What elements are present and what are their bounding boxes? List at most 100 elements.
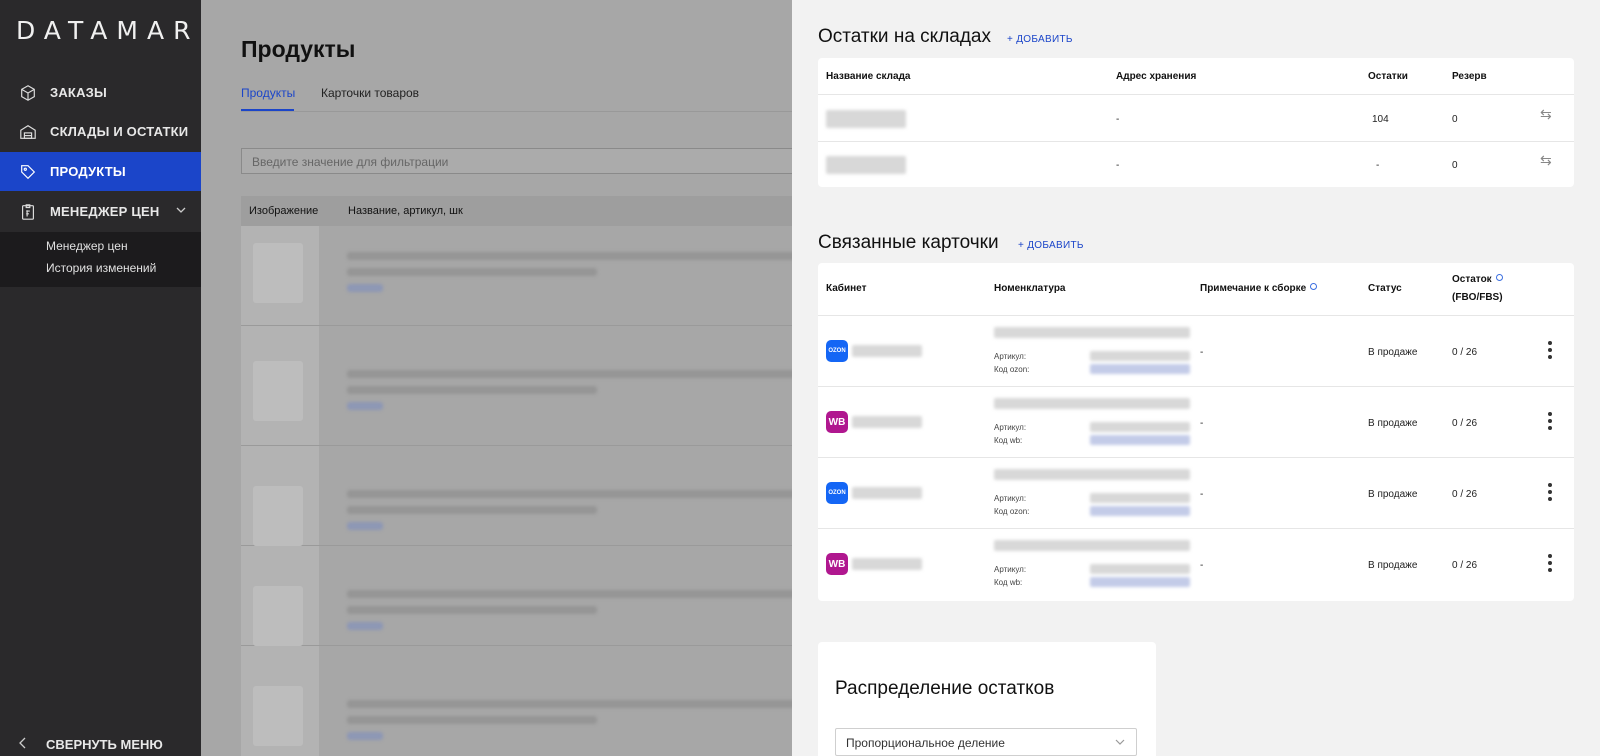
assembly-note: - xyxy=(1200,489,1204,500)
redacted-text xyxy=(347,386,597,394)
stock-fbo-fbs: 0 / 26 xyxy=(1452,347,1478,358)
column-header-reserve: Резерв xyxy=(1452,71,1487,82)
main-content: Продукты Продукты Карточки товаров Введи… xyxy=(201,0,792,756)
more-options-icon[interactable] xyxy=(1548,483,1552,504)
add-stock-button[interactable]: + ДОБАВИТЬ xyxy=(1007,34,1073,45)
divider xyxy=(818,457,1574,458)
distribution-method-select[interactable]: Пропорциональное деление xyxy=(835,728,1137,756)
product-thumbnail xyxy=(253,361,303,421)
column-header-stock: Остаток xyxy=(1452,274,1503,285)
chevron-down-icon[interactable] xyxy=(175,204,187,219)
code-label: Код wb: xyxy=(994,578,1023,587)
submenu-item-change-history[interactable]: История изменений xyxy=(46,261,156,275)
column-header-stock-sub: (FBO/FBS) xyxy=(1452,292,1503,303)
info-icon[interactable] xyxy=(1310,283,1318,290)
code-label: Код ozon: xyxy=(994,507,1030,516)
more-options-icon[interactable] xyxy=(1548,412,1552,433)
table-row[interactable] xyxy=(241,446,792,546)
redacted-cabinet-name xyxy=(852,416,922,428)
sidebar-item-label: СКЛАДЫ И ОСТАТКИ xyxy=(50,124,189,139)
table-row[interactable] xyxy=(241,326,792,446)
price-list-icon xyxy=(18,202,38,222)
column-header-assembly-note-label: Примечание к сборке xyxy=(1200,283,1307,294)
product-detail-drawer: Остатки на складах + ДОБАВИТЬ Название с… xyxy=(792,0,1600,756)
distribution-card: Распределение остатков Пропорциональное … xyxy=(818,642,1156,756)
redacted-code[interactable] xyxy=(1090,435,1190,445)
warehouse-icon xyxy=(18,122,38,142)
redacted-warehouse-name xyxy=(826,110,906,128)
redacted-text xyxy=(347,268,597,276)
submenu-item-price-manager[interactable]: Менеджер цен xyxy=(46,239,128,253)
tag-icon xyxy=(18,162,38,182)
tabs-divider xyxy=(241,111,792,112)
column-header-image: Изображение xyxy=(249,205,319,217)
redacted-cabinet-name xyxy=(852,487,922,499)
column-header-stock-label: Остаток xyxy=(1452,274,1492,285)
redacted-product-name xyxy=(994,327,1190,338)
transfer-icon[interactable]: ⇆ xyxy=(1540,152,1552,169)
redacted-code[interactable] xyxy=(1090,577,1190,587)
collapse-menu-button[interactable]: СВЕРНУТЬ МЕНЮ xyxy=(18,736,163,752)
filter-input[interactable]: Введите значение для фильтрации xyxy=(241,148,792,174)
sidebar-item-price-manager[interactable]: МЕНЕДЖЕР ЦЕН xyxy=(0,192,201,231)
ozon-logo-icon: OZON xyxy=(826,340,848,362)
tab-products[interactable]: Продукты xyxy=(241,86,295,100)
tab-product-cards[interactable]: Карточки товаров xyxy=(321,86,419,100)
stock-value: 104 xyxy=(1372,114,1389,125)
table-header: Изображение Название, артикул, шк xyxy=(241,196,792,226)
status-text: В продаже xyxy=(1368,489,1418,500)
redacted-text xyxy=(347,252,792,260)
column-header-cabinet: Кабинет xyxy=(826,283,867,294)
sidebar-item-products[interactable]: ПРОДУКТЫ xyxy=(0,152,201,191)
redacted-link[interactable] xyxy=(347,402,383,410)
info-icon[interactable] xyxy=(1495,274,1503,281)
more-options-icon[interactable] xyxy=(1548,341,1552,362)
status-text: В продаже xyxy=(1368,418,1418,429)
product-thumbnail xyxy=(253,586,303,646)
divider xyxy=(818,94,1574,95)
sidebar-item-orders[interactable]: ЗАКАЗЫ xyxy=(0,73,201,112)
redacted-link[interactable] xyxy=(347,522,383,530)
assembly-note: - xyxy=(1200,347,1204,358)
table-row[interactable] xyxy=(241,226,792,326)
column-header-assembly-note: Примечание к сборке xyxy=(1200,283,1318,294)
code-label: Код ozon: xyxy=(994,365,1030,374)
chevron-down-icon xyxy=(1114,736,1126,751)
redacted-link[interactable] xyxy=(347,622,383,630)
redacted-article xyxy=(1090,422,1190,432)
redacted-link[interactable] xyxy=(347,284,383,292)
sidebar-item-warehouses[interactable]: СКЛАДЫ И ОСТАТКИ xyxy=(0,112,201,151)
active-tab-indicator xyxy=(241,109,294,111)
stock-table: Название склада Адрес хранения Остатки Р… xyxy=(818,58,1574,187)
sidebar-item-label: ЗАКАЗЫ xyxy=(50,85,107,100)
table-row[interactable] xyxy=(241,646,792,756)
redacted-code[interactable] xyxy=(1090,364,1190,374)
table-row[interactable] xyxy=(241,546,792,646)
stock-fbo-fbs: 0 / 26 xyxy=(1452,489,1478,500)
column-header-stock: Остатки xyxy=(1368,71,1408,82)
redacted-text xyxy=(347,606,597,614)
divider xyxy=(818,386,1574,387)
linked-cards-table: Кабинет Номенклатура Примечание к сборке… xyxy=(818,263,1574,601)
redacted-text xyxy=(347,370,792,378)
redacted-link[interactable] xyxy=(347,732,383,740)
product-thumbnail xyxy=(253,686,303,746)
stock-fbo-fbs: 0 / 26 xyxy=(1452,560,1478,571)
transfer-icon[interactable]: ⇆ xyxy=(1540,106,1552,123)
linked-cards-section-title: Связанные карточки xyxy=(818,232,999,253)
assembly-note: - xyxy=(1200,560,1204,571)
more-options-icon[interactable] xyxy=(1548,554,1552,575)
stock-fbo-fbs: 0 / 26 xyxy=(1452,418,1478,429)
product-thumbnail xyxy=(253,486,303,546)
sidebar-item-label: ПРОДУКТЫ xyxy=(50,164,126,179)
redacted-text xyxy=(347,506,597,514)
column-header-warehouse: Название склада xyxy=(826,71,911,82)
ozon-logo-icon: OZON xyxy=(826,482,848,504)
redacted-article xyxy=(1090,564,1190,574)
add-linked-card-button[interactable]: + ДОБАВИТЬ xyxy=(1018,240,1084,251)
redacted-code[interactable] xyxy=(1090,506,1190,516)
column-header-nomenclature: Номенклатура xyxy=(994,283,1066,294)
assembly-note: - xyxy=(1200,418,1204,429)
status-text: В продаже xyxy=(1368,347,1418,358)
chevron-left-icon xyxy=(18,736,28,752)
